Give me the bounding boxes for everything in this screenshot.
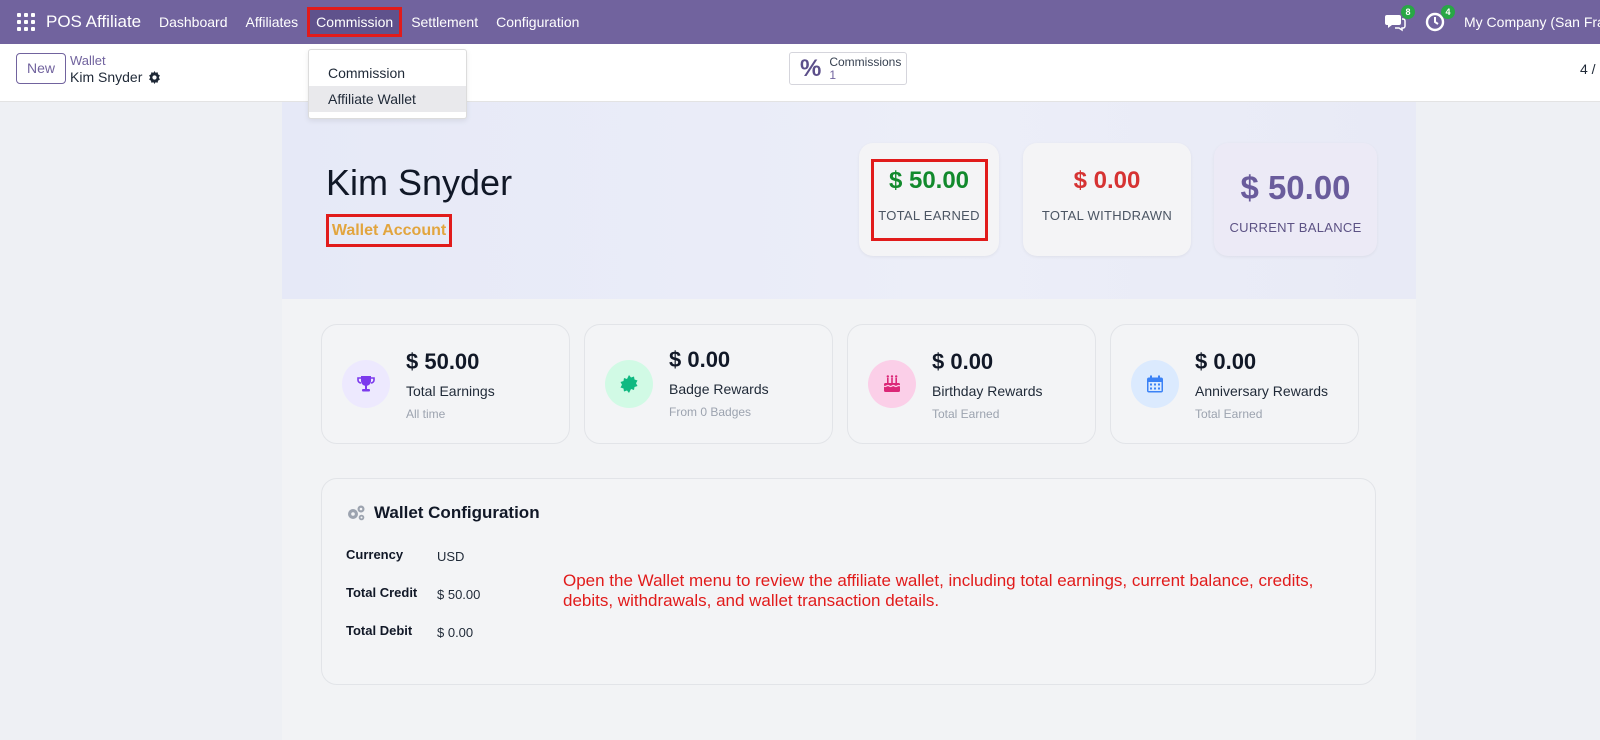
total-earnings-card: $ 50.00 Total Earnings All time	[321, 324, 570, 444]
config-key: Total Debit	[346, 623, 413, 638]
menu-dashboard[interactable]: Dashboard	[150, 7, 237, 37]
company-switcher[interactable]: My Company (San Francisco)	[1464, 14, 1600, 30]
top-navbar: POS Affiliate Dashboard Affiliates Commi…	[0, 0, 1600, 44]
percent-icon: %	[800, 54, 822, 82]
config-title-label: Wallet Configuration	[374, 503, 540, 522]
instruction-note: Open the Wallet menu to review the affil…	[563, 571, 1314, 610]
config-value: USD	[437, 549, 465, 564]
current-balance-label: CURRENT BALANCE	[1229, 220, 1362, 235]
birthday-rewards-card: $ 0.00 Birthday Rewards Total Earned	[847, 324, 1096, 444]
menu-affiliates[interactable]: Affiliates	[237, 7, 308, 37]
messages-button[interactable]: 8	[1384, 5, 1415, 33]
current-balance-value: $ 50.00	[1240, 169, 1351, 206]
card-label: Badge Rewards	[669, 381, 769, 397]
current-balance-card: $ 50.00 CURRENT BALANCE	[1214, 143, 1377, 256]
config-key: Total Credit	[346, 585, 418, 600]
breadcrumb-current-label: Kim Snyder	[70, 69, 143, 85]
total-earned-value: $ 50.00	[888, 167, 970, 194]
smart-button-label: Commissions	[829, 55, 902, 69]
form-sheet: Kim Snyder Wallet Account $ 50.00 TOTAL …	[282, 102, 1416, 740]
breadcrumb-wallet[interactable]: Wallet	[70, 53, 106, 68]
badge-icon	[605, 360, 653, 408]
config-title: Wallet Configuration	[346, 503, 540, 523]
pager[interactable]: 4 /	[1580, 61, 1600, 77]
activities-button[interactable]: 4	[1424, 5, 1455, 33]
commission-dropdown: Commission Affiliate Wallet	[308, 49, 467, 119]
menu-settlement[interactable]: Settlement	[402, 7, 487, 37]
total-earned-label: TOTAL EARNED	[878, 208, 980, 223]
badge-rewards-card: $ 0.00 Badge Rewards From 0 Badges	[584, 324, 833, 444]
wallet-account-label: Wallet Account	[326, 214, 452, 247]
commissions-smart-button[interactable]: % Commissions 1	[789, 52, 907, 85]
dropdown-item-commission[interactable]: Commission	[309, 60, 466, 86]
affiliate-name: Kim Snyder	[326, 162, 513, 203]
card-subtext: From 0 Badges	[669, 405, 752, 419]
card-value: $ 0.00	[669, 347, 731, 372]
card-label: Anniversary Rewards	[1195, 383, 1329, 399]
total-withdrawn-label: TOTAL WITHDRAWN	[1041, 208, 1173, 223]
cogs-icon	[348, 505, 365, 521]
total-withdrawn-value: $ 0.00	[1073, 167, 1141, 194]
navbar-systray: 8 4 My Company (San Francisco)	[1384, 0, 1600, 44]
config-key: Currency	[346, 547, 404, 562]
apps-grid-icon[interactable]	[17, 13, 35, 31]
smart-button-text: Commissions 1	[829, 55, 902, 82]
menu-configuration[interactable]: Configuration	[487, 7, 588, 37]
main-menu: Dashboard Affiliates Commission Settleme…	[150, 0, 588, 44]
card-label: Total Earnings	[406, 383, 495, 399]
card-value: $ 50.00	[406, 349, 480, 374]
app-brand[interactable]: POS Affiliate	[46, 12, 141, 32]
trophy-icon	[342, 360, 390, 408]
card-value: $ 0.00	[1195, 349, 1257, 374]
activities-count-badge: 4	[1441, 5, 1455, 19]
wallet-configuration-panel: Wallet Configuration Currency USD Total …	[321, 478, 1376, 685]
config-value: $ 50.00	[437, 587, 481, 602]
total-earned-card: $ 50.00 TOTAL EARNED	[859, 143, 999, 256]
card-value: $ 0.00	[932, 349, 994, 374]
control-panel: New Wallet Kim Snyder % Commissions 1 4 …	[0, 44, 1600, 102]
card-subtext: All time	[406, 407, 446, 421]
gear-icon[interactable]	[148, 70, 161, 84]
messages-count-badge: 8	[1401, 5, 1415, 19]
card-label: Birthday Rewards	[932, 383, 1043, 399]
new-button[interactable]: New	[16, 53, 66, 84]
dropdown-item-affiliate-wallet[interactable]: Affiliate Wallet	[309, 86, 466, 112]
anniversary-rewards-card: $ 0.00 Anniversary Rewards Total Earned	[1110, 324, 1359, 444]
config-value: $ 0.00	[437, 625, 474, 640]
calendar-icon	[1131, 360, 1179, 408]
smart-button-value: 1	[829, 68, 837, 82]
cake-icon	[868, 360, 916, 408]
menu-commission[interactable]: Commission	[307, 7, 403, 37]
wallet-hero: Kim Snyder Wallet Account $ 50.00 TOTAL …	[282, 102, 1416, 299]
card-subtext: Total Earned	[1195, 407, 1263, 421]
total-withdrawn-card: $ 0.00 TOTAL WITHDRAWN	[1023, 143, 1191, 256]
breadcrumb-current: Kim Snyder	[70, 69, 161, 85]
card-subtext: Total Earned	[932, 407, 1000, 421]
